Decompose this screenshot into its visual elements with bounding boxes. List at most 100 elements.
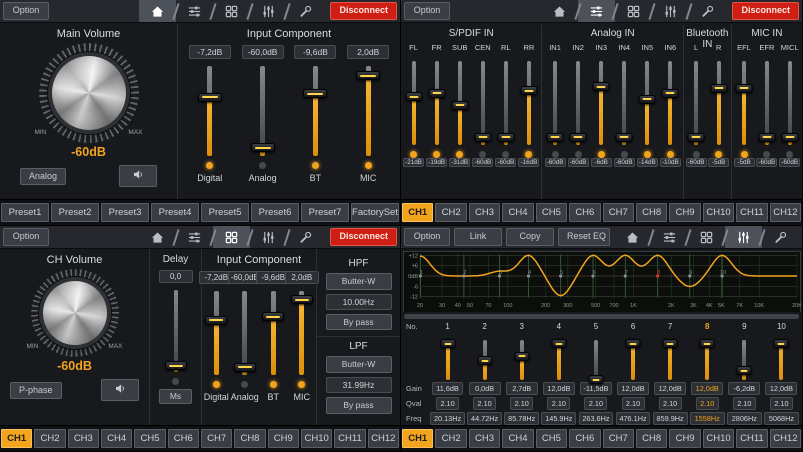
wrench-tab[interactable] <box>287 0 324 22</box>
slider-handle[interactable] <box>405 92 422 101</box>
preset-tab-preset1[interactable]: Preset1 <box>1 203 49 222</box>
slider-handle[interactable] <box>616 133 633 142</box>
slider-handle[interactable] <box>551 339 566 348</box>
slider-track[interactable] <box>313 66 318 156</box>
slider-handle[interactable] <box>774 339 789 348</box>
band-9-gain[interactable]: -6,2dB <box>728 382 760 395</box>
slider-track[interactable] <box>599 61 603 145</box>
band-5-freq[interactable]: 263.6Hz <box>579 412 614 425</box>
band-3-freq[interactable]: 85.78Hz <box>504 412 539 425</box>
band-2-qval[interactable]: 2.10 <box>473 397 496 410</box>
slider-handle[interactable] <box>781 133 798 142</box>
band-9-qval[interactable]: 2.10 <box>733 397 756 410</box>
slider-handle[interactable] <box>570 133 587 142</box>
grid-tab[interactable] <box>213 226 250 248</box>
channel-tab-ch4[interactable]: CH4 <box>101 429 132 448</box>
slider-track[interactable] <box>174 290 178 372</box>
band-3-gain[interactable]: 2,7dB <box>506 382 538 395</box>
channel-tab-ch3[interactable]: CH3 <box>68 429 99 448</box>
slider-handle[interactable] <box>165 361 187 370</box>
band-1-gain[interactable]: 11,6dB <box>432 382 464 395</box>
home-tab[interactable] <box>139 0 176 22</box>
band-6-gain[interactable]: 12,0dB <box>617 382 649 395</box>
channel-tab-ch11[interactable]: CH11 <box>334 429 365 448</box>
slider-track[interactable] <box>412 61 416 145</box>
slider-handle[interactable] <box>547 133 564 142</box>
slider-track[interactable] <box>271 291 276 375</box>
channel-tab-ch8[interactable]: CH8 <box>636 429 667 448</box>
slider-track[interactable] <box>527 61 531 145</box>
slider-handle[interactable] <box>477 356 492 365</box>
band-6-qval[interactable]: 2.10 <box>622 397 645 410</box>
option-button[interactable]: Option <box>404 2 450 19</box>
preset-tab-preset7[interactable]: Preset7 <box>301 203 349 222</box>
copy-button[interactable]: Copy <box>506 228 554 245</box>
channel-tab-ch11[interactable]: CH11 <box>736 203 767 222</box>
band-8-freq[interactable]: 1558Hz <box>690 412 725 425</box>
lpf-type-button[interactable]: Butter-W <box>326 356 392 373</box>
mute-button[interactable] <box>101 379 139 401</box>
channel-tab-ch7[interactable]: CH7 <box>603 429 634 448</box>
slider-handle[interactable] <box>262 312 284 321</box>
channel-tab-ch1[interactable]: CH1 <box>402 203 433 222</box>
slider-handle[interactable] <box>514 352 529 361</box>
wrench-tab[interactable] <box>762 226 799 248</box>
slider-track[interactable] <box>668 340 672 380</box>
channel-tab-ch6[interactable]: CH6 <box>569 203 600 222</box>
channel-tab-ch2[interactable]: CH2 <box>435 429 466 448</box>
slider-track[interactable] <box>576 61 580 145</box>
band-4-freq[interactable]: 145.9Hz <box>541 412 576 425</box>
preset-tab-preset6[interactable]: Preset6 <box>251 203 299 222</box>
channel-tab-ch9[interactable]: CH9 <box>669 429 700 448</box>
slider-handle[interactable] <box>205 316 227 325</box>
slider-handle[interactable] <box>700 339 715 348</box>
slider-track[interactable] <box>717 61 721 145</box>
wrench-tab[interactable] <box>287 226 324 248</box>
slider-track[interactable] <box>483 340 487 380</box>
band-number-8[interactable]: 8 <box>689 322 726 331</box>
band-10-freq[interactable]: 5068Hz <box>764 412 799 425</box>
slider-track[interactable] <box>631 340 635 380</box>
channel-tab-ch2[interactable]: CH2 <box>435 203 466 222</box>
slider-handle[interactable] <box>497 133 514 142</box>
slider-track[interactable] <box>553 61 557 145</box>
lpf-bypass-button[interactable]: By pass <box>326 397 392 414</box>
slider-handle[interactable] <box>474 133 491 142</box>
band-number-3[interactable]: 3 <box>503 322 540 331</box>
slider-handle[interactable] <box>663 339 678 348</box>
mixer-tab[interactable] <box>578 0 615 22</box>
channel-tab-ch8[interactable]: CH8 <box>636 203 667 222</box>
slider-handle[interactable] <box>440 339 455 348</box>
disconnect-button[interactable]: Disconnect <box>330 2 397 19</box>
slider-track[interactable] <box>242 291 247 375</box>
slider-track[interactable] <box>668 61 672 145</box>
channel-tab-ch4[interactable]: CH4 <box>502 429 533 448</box>
slider-handle[interactable] <box>662 89 679 98</box>
channel-tab-ch4[interactable]: CH4 <box>502 203 533 222</box>
home-tab[interactable] <box>139 226 176 248</box>
slider-track[interactable] <box>504 61 508 145</box>
lpf-freq-value[interactable]: 31.99Hz <box>326 377 392 393</box>
band-4-gain[interactable]: 12,0dB <box>543 382 575 395</box>
grid-tab[interactable] <box>213 0 250 22</box>
disconnect-button[interactable]: Disconnect <box>330 228 397 245</box>
slider-track[interactable] <box>742 340 746 380</box>
mute-button[interactable] <box>119 165 157 187</box>
channel-tab-ch8[interactable]: CH8 <box>234 429 265 448</box>
slider-handle[interactable] <box>736 84 753 93</box>
mixer-tab[interactable] <box>176 0 213 22</box>
slider-track[interactable] <box>765 61 769 145</box>
channel-tab-ch12[interactable]: CH12 <box>770 203 801 222</box>
home-tab[interactable] <box>614 226 651 248</box>
hpf-bypass-button[interactable]: By pass <box>326 314 392 331</box>
slider-track[interactable] <box>694 61 698 145</box>
faders-tab[interactable] <box>652 0 689 22</box>
slider-handle[interactable] <box>451 101 468 110</box>
slider-track[interactable] <box>214 291 219 375</box>
band-3-qval[interactable]: 2.10 <box>510 397 533 410</box>
slider-handle[interactable] <box>639 95 656 104</box>
band-10-gain[interactable]: 12,0dB <box>765 382 797 395</box>
band-number-10[interactable]: 10 <box>763 322 800 331</box>
band-2-gain[interactable]: 0,0dB <box>469 382 501 395</box>
preset-tab-factoryset[interactable]: FactorySet <box>351 203 399 222</box>
